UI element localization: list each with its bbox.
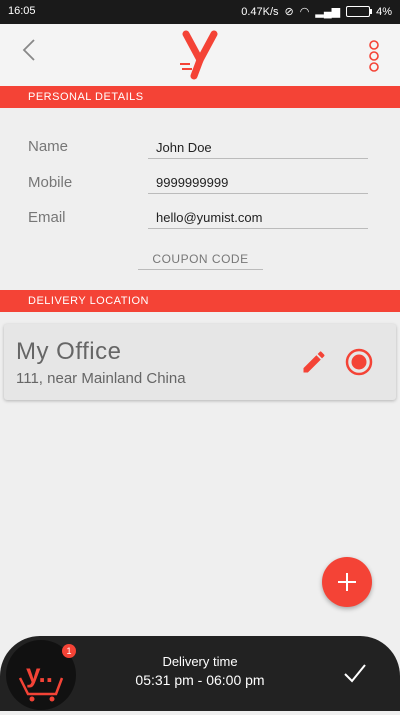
wifi-icon: ◠	[299, 6, 310, 18]
signal-icon: ▂▄▆	[315, 6, 341, 18]
delivery-time-value[interactable]: 05:31 pm - 06:00 pm	[100, 672, 300, 688]
personal-details-header: PERSONAL DETAILS	[0, 86, 400, 108]
add-location-button[interactable]	[322, 557, 372, 607]
pencil-icon[interactable]	[300, 348, 328, 376]
delivery-bar: y.. 1 Delivery time 05:31 pm - 06:00 pm	[0, 636, 400, 711]
email-field[interactable]	[148, 207, 368, 229]
yumist-logo	[180, 30, 218, 80]
chevron-left-icon	[22, 39, 35, 61]
battery-percent: 4%	[376, 5, 392, 18]
location-address: 111, near Mainland China	[16, 370, 186, 387]
name-label: Name	[28, 138, 69, 155]
network-speed: 0.47K/s	[241, 5, 279, 18]
status-icons: 0.47K/s ⊘ ◠ ▂▄▆ 4%	[241, 5, 392, 19]
status-bar: 16:05 0.47K/s ⊘ ◠ ▂▄▆ 4%	[0, 0, 400, 24]
mute-icon: ⊘	[284, 6, 294, 18]
location-card[interactable]: My Office 111, near Mainland China	[4, 324, 396, 400]
plus-icon	[338, 573, 356, 591]
coupon-code-button[interactable]: COUPON CODE	[138, 248, 263, 270]
app-header	[0, 24, 400, 86]
cart-badge: 1	[62, 644, 76, 658]
battery-icon	[346, 6, 373, 17]
radio-selected-icon[interactable]	[344, 347, 374, 377]
location-name: My Office	[16, 338, 122, 365]
mobile-field[interactable]	[148, 172, 368, 194]
mobile-label: Mobile	[28, 174, 73, 191]
back-button[interactable]	[22, 38, 36, 68]
delivery-time-title: Delivery time	[162, 654, 238, 669]
status-time: 16:05	[8, 5, 36, 17]
delivery-location-header: DELIVERY LOCATION	[0, 290, 400, 312]
cart-logo-text: y..	[26, 658, 53, 688]
name-field[interactable]	[148, 137, 368, 159]
email-label: Email	[28, 209, 66, 226]
more-vertical-icon[interactable]	[368, 40, 380, 72]
check-icon[interactable]	[342, 660, 368, 686]
